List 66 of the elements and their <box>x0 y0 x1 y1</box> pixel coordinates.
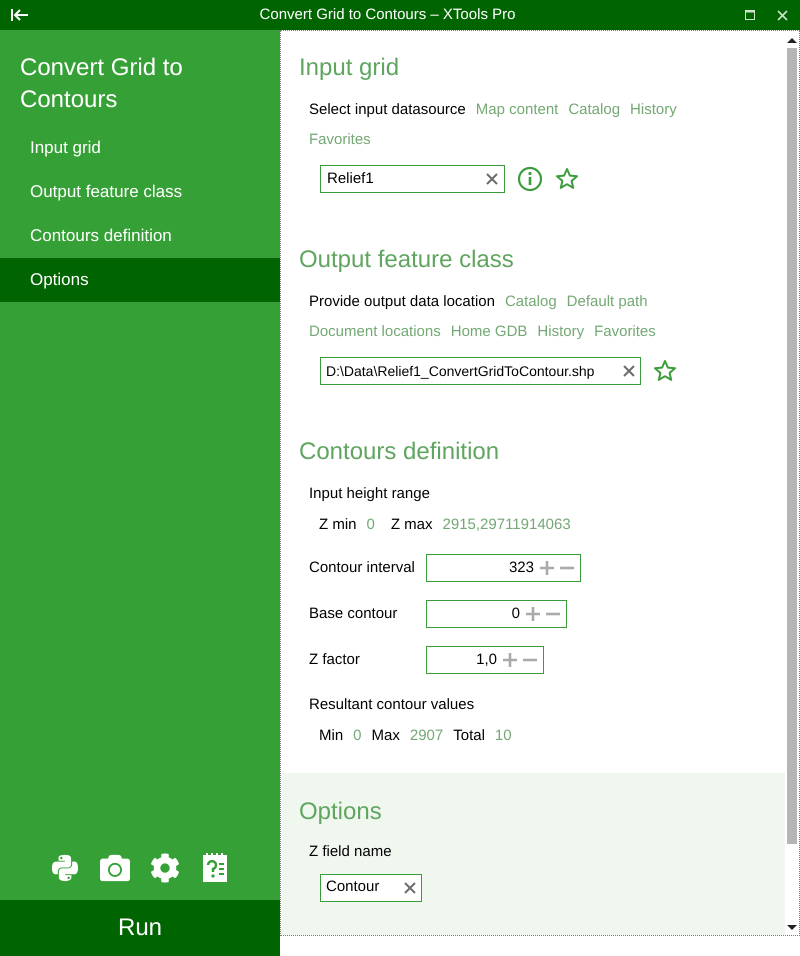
plus-icon[interactable] <box>503 653 517 667</box>
field-label: Z field name <box>308 842 393 862</box>
field-label: Z factor <box>309 650 361 670</box>
range-value: 0 <box>366 514 375 534</box>
plus-icon[interactable] <box>540 561 554 575</box>
result-value: 0 <box>353 726 362 746</box>
range-label: Z max <box>390 514 433 534</box>
prompt-label: Select input datasource <box>309 100 466 120</box>
number-stepper[interactable]: 0 <box>426 600 567 628</box>
section-heading: Options <box>299 797 383 827</box>
source-link[interactable]: History <box>630 99 677 121</box>
window-title: Convert Grid to Contours – XTools Pro <box>260 4 516 25</box>
source-link[interactable]: History <box>537 321 584 343</box>
source-link[interactable]: Catalog <box>504 291 557 313</box>
result-label: Total <box>453 726 485 746</box>
range-label: Z min <box>319 514 356 534</box>
close-icon[interactable] <box>777 10 788 20</box>
prompt-label: Provide output data location <box>309 292 495 312</box>
help-document-icon[interactable] <box>200 852 230 884</box>
section-heading: Output feature class <box>299 245 515 275</box>
python-icon[interactable] <box>50 853 80 883</box>
source-link[interactable]: Favorites <box>594 321 656 343</box>
minus-icon[interactable] <box>546 612 560 616</box>
source-link[interactable]: Document locations <box>309 321 441 343</box>
source-link[interactable]: Favorites <box>309 129 371 151</box>
clear-icon[interactable] <box>486 173 498 185</box>
star-icon[interactable] <box>653 359 677 383</box>
scroll-down-icon[interactable] <box>787 923 797 933</box>
maximize-icon[interactable] <box>745 10 755 20</box>
minus-icon[interactable] <box>560 566 574 570</box>
source-link[interactable]: Catalog <box>568 99 620 121</box>
settings-icon[interactable] <box>150 853 180 883</box>
collapse-icon[interactable] <box>10 8 30 22</box>
output-path-field[interactable]: D:\Data\Relief1_ConvertGridToContour.shp <box>320 357 641 385</box>
z-field-input[interactable]: Contour <box>320 874 422 902</box>
source-link[interactable]: Home GDB <box>450 321 528 343</box>
result-value: 2907 <box>410 726 444 746</box>
result-label: Max <box>372 726 400 746</box>
sidebar-item[interactable]: Options <box>0 258 280 302</box>
minus-icon[interactable] <box>523 658 537 662</box>
info-icon[interactable] <box>517 166 543 192</box>
source-link[interactable]: Default path <box>566 291 648 313</box>
scroll-up-icon[interactable] <box>787 35 797 45</box>
star-icon[interactable] <box>555 167 579 191</box>
input-field[interactable]: Relief1 <box>320 165 505 193</box>
sidebar-item[interactable]: Output feature class <box>0 170 280 214</box>
plus-icon[interactable] <box>526 607 540 621</box>
field-label: Input height range <box>309 484 431 504</box>
run-button[interactable]: Run <box>0 900 280 956</box>
range-value: 2915,29711914063 <box>442 514 571 534</box>
source-link[interactable]: Map content <box>476 99 558 121</box>
result-value: 10 <box>494 726 512 746</box>
clear-icon[interactable] <box>404 882 416 894</box>
number-stepper[interactable]: 1,0 <box>426 646 544 674</box>
sidebar-title: Convert Grid to Contours <box>19 53 184 115</box>
section-heading: Contours definition <box>299 437 500 467</box>
camera-icon[interactable] <box>100 853 130 883</box>
sidebar-item[interactable]: Contours definition <box>0 214 280 258</box>
field-label: Contour interval <box>309 558 416 578</box>
section-heading: Input grid <box>299 53 400 83</box>
sidebar-item[interactable]: Input grid <box>0 126 280 170</box>
clear-icon[interactable] <box>623 365 635 377</box>
field-label: Resultant contour values <box>309 695 476 715</box>
result-label: Min <box>319 726 344 746</box>
number-stepper[interactable]: 323 <box>426 554 581 582</box>
field-label: Base contour <box>309 604 398 624</box>
